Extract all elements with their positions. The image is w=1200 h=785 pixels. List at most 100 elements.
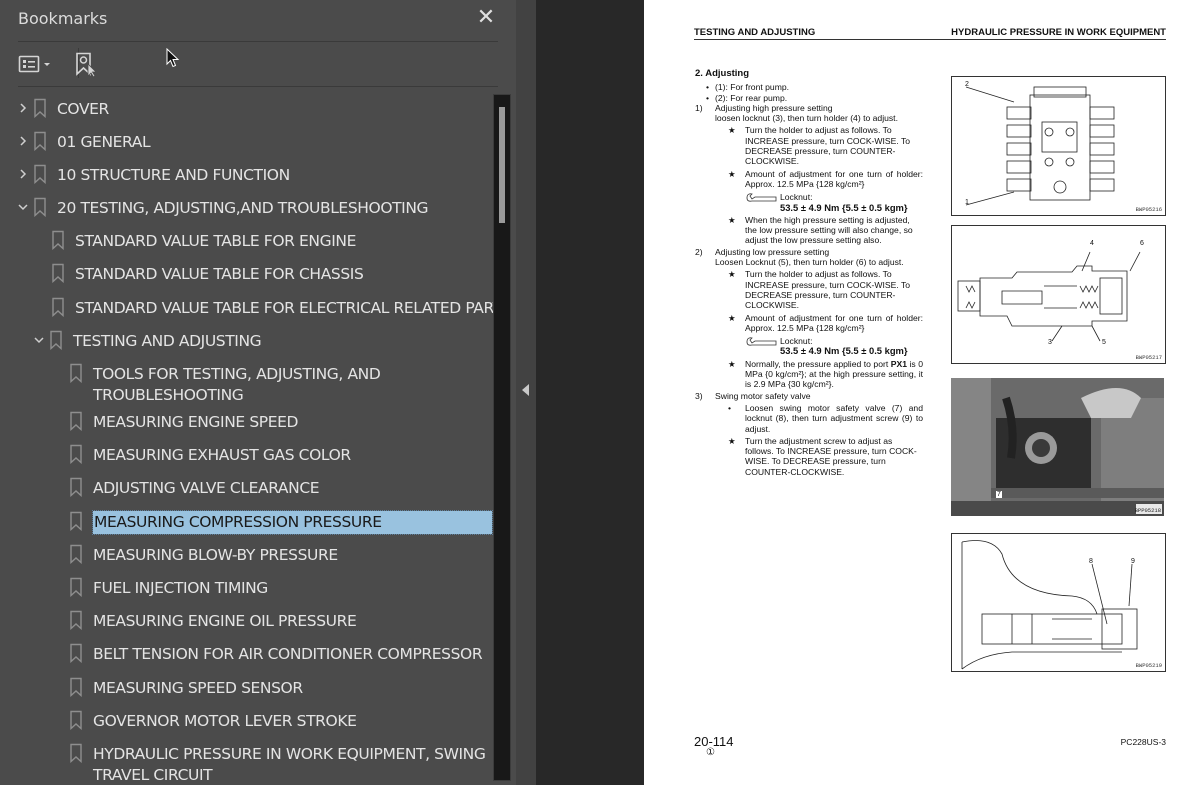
bookmarks-panel: Bookmarks ✕ COVER 01 GENERAL 10 STRUCTURE … [0, 0, 516, 785]
bookmark-item[interactable]: BELT TENSION FOR AIR CONDITIONER COMPRES… [0, 643, 494, 666]
document-page: TESTING AND ADJUSTING HYDRAULIC PRESSURE… [644, 0, 1200, 785]
swing-motor-photo [951, 378, 1164, 516]
bookmark-item[interactable]: MEASURING COMPRESSION PRESSURE [0, 510, 494, 535]
mouse-cursor-icon [166, 48, 180, 68]
safety-valve-drawing [961, 540, 1138, 670]
bookmark-icon [32, 197, 48, 217]
bookmark-icon [68, 743, 84, 763]
bookmark-item[interactable]: GOVERNOR MOTOR LEVER STROKE [0, 710, 494, 733]
panel-header: Bookmarks ✕ [18, 0, 498, 42]
note: ★ Normally, the pressure applied to port … [728, 358, 923, 390]
note: ★ Turn the holder to adjust as follows. T… [728, 125, 911, 167]
panel-splitter[interactable] [516, 0, 536, 785]
bookmark-item[interactable]: 10 STRUCTURE AND FUNCTION [0, 164, 494, 187]
bullet-item: • (1): For front pump. [706, 82, 790, 93]
options-menu-button[interactable] [18, 52, 58, 76]
step-body: Loosen Locknut (5), then turn holder (6)… [715, 257, 904, 268]
bookmark-icon [68, 677, 84, 697]
bookmark-label: BELT TENSION FOR AIR CONDITIONER COMPRES… [93, 645, 483, 663]
bookmarks-toolbar [18, 42, 498, 87]
bookmark-scrollbar[interactable] [493, 94, 511, 781]
bookmark-item[interactable]: 20 TESTING, ADJUSTING,AND TROUBLESHOOTIN… [0, 197, 494, 220]
callout-label: 5 [1102, 339, 1106, 346]
bookmark-item[interactable]: HYDRAULIC PRESSURE IN WORK EQUIPMENT, SW… [0, 743, 494, 785]
bookmark-label: 01 GENERAL [57, 133, 151, 151]
step-2: 2) Adjusting low pressure setting Loosen… [695, 247, 923, 268]
figure-swing-motor-photo: 7 BPP05218 [951, 378, 1164, 516]
bookmark-icon [32, 131, 48, 151]
close-icon[interactable]: ✕ [474, 5, 498, 29]
bookmark-icon [68, 363, 84, 383]
bookmark-label: MEASURING ENGINE OIL PRESSURE [93, 612, 357, 630]
bookmark-item[interactable]: MEASURING BLOW-BY PRESSURE [0, 544, 494, 567]
callout-label: 6 [1140, 240, 1144, 247]
bookmark-item[interactable]: ADJUSTING VALVE CLEARANCE [0, 477, 494, 500]
bookmark-label: STANDARD VALUE TABLE FOR ENGINE [75, 232, 356, 250]
figure-code: BPP05218 [1134, 507, 1161, 514]
bookmark-icon [68, 477, 84, 497]
note: ★ Amount of adjustment for one turn of ho… [728, 168, 923, 189]
revision-mark: ① [706, 747, 715, 758]
bookmark-label: MEASURING EXHAUST GAS COLOR [93, 446, 351, 464]
chevron-down-icon[interactable] [30, 330, 48, 350]
bookmark-icon [68, 643, 84, 663]
bookmark-item[interactable]: MEASURING SPEED SENSOR [0, 677, 494, 700]
chevron-right-icon[interactable] [14, 131, 32, 151]
bookmark-icon [48, 330, 64, 350]
note: ★ Turn the adjustment screw to adjust as … [728, 435, 917, 477]
callout-label: 1 [965, 199, 969, 206]
bookmark-icon [68, 411, 84, 431]
bookmark-item[interactable]: MEASURING ENGINE SPEED [0, 411, 494, 434]
bookmark-item[interactable]: FUEL INJECTION TIMING [0, 577, 494, 600]
step-title: Adjusting high pressure setting [715, 102, 833, 113]
bookmark-item[interactable]: STANDARD VALUE TABLE FOR ELECTRICAL RELA… [0, 297, 494, 320]
bookmark-label: ADJUSTING VALVE CLEARANCE [93, 479, 320, 497]
control-valve-drawing [965, 86, 1115, 206]
torque-spec: Locknut: 53.5 ± 4.9 Nm {5.5 ± 0.5 kgm} [695, 336, 923, 357]
bookmark-item[interactable]: COVER [0, 98, 494, 121]
bookmark-icon [68, 577, 84, 597]
bookmark-label: 20 TESTING, ADJUSTING,AND TROUBLESHOOTIN… [57, 199, 429, 217]
bookmark-item[interactable]: STANDARD VALUE TABLE FOR CHASSIS [0, 263, 494, 286]
collapse-panel-icon[interactable] [522, 384, 529, 396]
bookmark-label: TOOLS FOR TESTING, ADJUSTING, AND TROUBL… [93, 365, 381, 404]
bookmark-item[interactable]: MEASURING EXHAUST GAS COLOR [0, 444, 494, 467]
figure-code: BWP05219 [1135, 662, 1162, 669]
chevron-down-icon[interactable] [14, 197, 32, 217]
page-header-left: TESTING AND ADJUSTING [694, 27, 816, 38]
find-current-bookmark-button[interactable] [74, 52, 100, 78]
bookmark-label: HYDRAULIC PRESSURE IN WORK EQUIPMENT, SW… [93, 745, 486, 784]
note: ★ When the high pressure setting is adjus… [728, 214, 913, 246]
figure-control-valve: 2 1 BWP05216 [951, 76, 1166, 216]
bookmark-item[interactable]: TOOLS FOR TESTING, ADJUSTING, AND TROUBL… [0, 363, 494, 407]
scrollbar-thumb[interactable] [499, 107, 505, 223]
callout-label: 8 [1089, 558, 1093, 565]
step-1: 1) Adjusting high pressure setting loose… [695, 103, 923, 124]
bookmark-item[interactable]: 01 GENERAL [0, 131, 494, 154]
bookmark-label: STANDARD VALUE TABLE FOR ELECTRICAL RELA… [75, 299, 494, 317]
figure-code: BWP05217 [1135, 354, 1162, 361]
bookmark-item[interactable]: STANDARD VALUE TABLE FOR ENGINE [0, 230, 494, 253]
chevron-right-icon[interactable] [14, 164, 32, 184]
step-3: 3) Swing motor safety valve [695, 391, 923, 401]
bookmark-item[interactable]: TESTING AND ADJUSTING [0, 330, 494, 353]
bookmark-item[interactable]: MEASURING ENGINE OIL PRESSURE [0, 610, 494, 633]
find-bookmark-icon [76, 52, 97, 78]
bookmark-icon [50, 297, 66, 317]
page-header-right: HYDRAULIC PRESSURE IN WORK EQUIPMENT [951, 27, 1166, 38]
torque-wrench-icon [746, 337, 777, 346]
chevron-right-icon[interactable] [14, 98, 32, 118]
bookmark-icon [68, 610, 84, 630]
section-title: 2. Adjusting [695, 68, 750, 79]
